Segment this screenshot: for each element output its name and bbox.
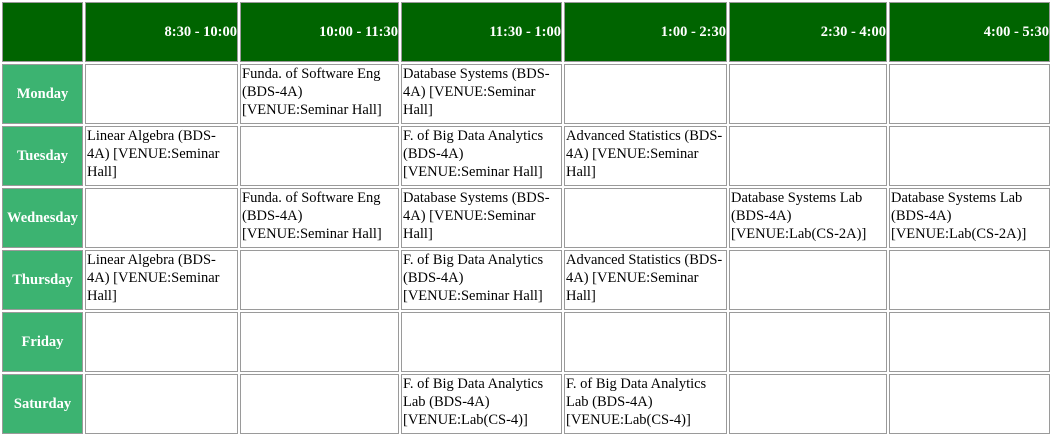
class-cell: [240, 126, 399, 186]
class-cell: [889, 126, 1050, 186]
class-cell: Advanced Statistics (BDS-4A) [VENUE:Semi…: [564, 126, 727, 186]
day-label: Tuesday: [2, 126, 83, 186]
time-slot-header: 2:30 - 4:00: [729, 2, 887, 62]
class-cell: [85, 374, 238, 434]
class-cell: [401, 312, 562, 372]
class-cell: [564, 312, 727, 372]
class-cell: [889, 374, 1050, 434]
time-slot-header: 4:00 - 5:30: [889, 2, 1050, 62]
class-cell: [564, 188, 727, 248]
time-slot-header: 1:00 - 2:30: [564, 2, 727, 62]
day-row-thursday: Thursday Linear Algebra (BDS-4A) [VENUE:…: [2, 250, 1050, 310]
class-cell: Database Systems (BDS-4A) [VENUE:Seminar…: [401, 64, 562, 124]
day-row-friday: Friday: [2, 312, 1050, 372]
day-row-tuesday: Tuesday Linear Algebra (BDS-4A) [VENUE:S…: [2, 126, 1050, 186]
day-row-monday: Monday Funda. of Software Eng (BDS-4A) […: [2, 64, 1050, 124]
time-slot-header: 11:30 - 1:00: [401, 2, 562, 62]
corner-cell: [2, 2, 83, 62]
class-cell: F. of Big Data Analytics (BDS-4A) [VENUE…: [401, 126, 562, 186]
header-row: 8:30 - 10:00 10:00 - 11:30 11:30 - 1:00 …: [2, 2, 1050, 62]
class-text: Funda. of Software Eng (BDS-4A) [VENUE:S…: [242, 66, 382, 118]
class-cell: Database Systems Lab (BDS-4A) [VENUE:Lab…: [729, 188, 887, 248]
class-text: Database Systems (BDS-4A) [VENUE:Seminar…: [403, 66, 550, 118]
class-cell: [729, 374, 887, 434]
class-cell: [85, 188, 238, 248]
day-row-wednesday: Wednesday Funda. of Software Eng (BDS-4A…: [2, 188, 1050, 248]
day-label: Wednesday: [2, 188, 83, 248]
class-cell: Advanced Statistics (BDS-4A) [VENUE:Semi…: [564, 250, 727, 310]
class-text: Funda. of Software Eng (BDS-4A) [VENUE:S…: [242, 190, 382, 242]
class-cell: Linear Algebra (BDS-4A) [VENUE:Seminar H…: [85, 250, 238, 310]
class-cell: [889, 250, 1050, 310]
class-cell: Linear Algebra (BDS-4A) [VENUE:Seminar H…: [85, 126, 238, 186]
class-cell: [729, 64, 887, 124]
class-text: Database Systems Lab (BDS-4A) [VENUE:Lab…: [891, 190, 1027, 242]
class-cell: [240, 250, 399, 310]
class-cell: [564, 64, 727, 124]
timetable: 8:30 - 10:00 10:00 - 11:30 11:30 - 1:00 …: [0, 0, 1052, 436]
class-cell: [240, 312, 399, 372]
class-cell: F. of Big Data Analytics Lab (BDS-4A) [V…: [401, 374, 562, 434]
class-cell: Funda. of Software Eng (BDS-4A) [VENUE:S…: [240, 64, 399, 124]
day-label: Thursday: [2, 250, 83, 310]
class-text: Advanced Statistics (BDS-4A) [VENUE:Semi…: [566, 128, 723, 180]
class-cell: [729, 312, 887, 372]
class-cell: [729, 126, 887, 186]
day-label: Saturday: [2, 374, 83, 434]
class-text: Database Systems Lab (BDS-4A) [VENUE:Lab…: [731, 190, 867, 242]
class-text: Linear Algebra (BDS-4A) [VENUE:Seminar H…: [87, 252, 220, 304]
class-cell: F. of Big Data Analytics Lab (BDS-4A) [V…: [564, 374, 727, 434]
class-cell: Database Systems Lab (BDS-4A) [VENUE:Lab…: [889, 188, 1050, 248]
class-cell: [240, 374, 399, 434]
class-cell: [729, 250, 887, 310]
class-text: Advanced Statistics (BDS-4A) [VENUE:Semi…: [566, 252, 723, 304]
day-label: Friday: [2, 312, 83, 372]
day-label: Monday: [2, 64, 83, 124]
class-cell: [889, 64, 1050, 124]
class-text: Database Systems (BDS-4A) [VENUE:Seminar…: [403, 190, 550, 242]
class-cell: Funda. of Software Eng (BDS-4A) [VENUE:S…: [240, 188, 399, 248]
class-cell: [85, 312, 238, 372]
class-text: Linear Algebra (BDS-4A) [VENUE:Seminar H…: [87, 128, 220, 180]
time-slot-header: 10:00 - 11:30: [240, 2, 399, 62]
time-slot-header: 8:30 - 10:00: [85, 2, 238, 62]
class-cell: F. of Big Data Analytics (BDS-4A) [VENUE…: [401, 250, 562, 310]
class-text: F. of Big Data Analytics Lab (BDS-4A) [V…: [566, 376, 707, 428]
day-row-saturday: Saturday F. of Big Data Analytics Lab (B…: [2, 374, 1050, 434]
class-cell: [85, 64, 238, 124]
class-text: F. of Big Data Analytics (BDS-4A) [VENUE…: [403, 252, 544, 304]
class-text: F. of Big Data Analytics Lab (BDS-4A) [V…: [403, 376, 544, 428]
class-cell: [889, 312, 1050, 372]
class-text: F. of Big Data Analytics (BDS-4A) [VENUE…: [403, 128, 544, 180]
class-cell: Database Systems (BDS-4A) [VENUE:Seminar…: [401, 188, 562, 248]
